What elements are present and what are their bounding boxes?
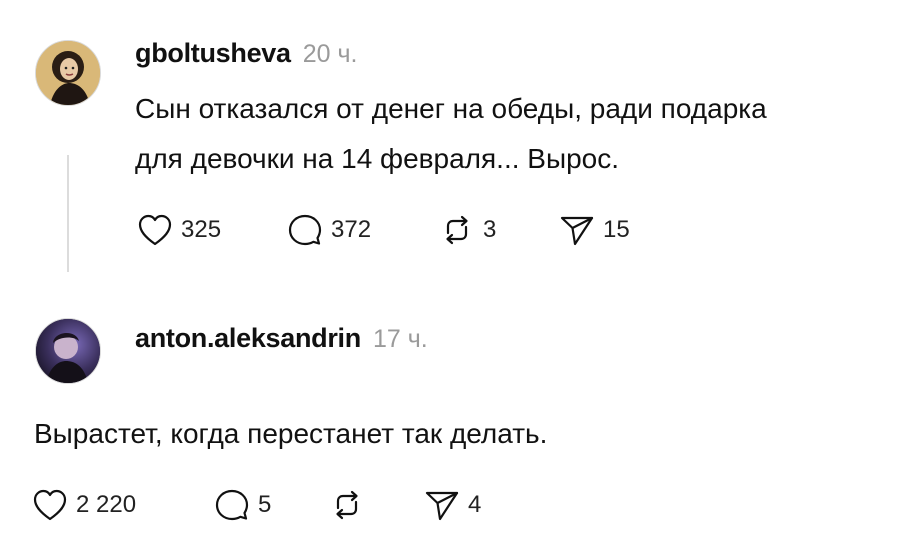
repost-button[interactable]: 3 (439, 213, 559, 247)
heart-icon (33, 489, 67, 521)
repost-count: 3 (483, 216, 497, 243)
share-button[interactable]: 4 (424, 488, 524, 522)
comment-icon (215, 489, 249, 521)
post-header: gboltusheva 20 ч. (135, 38, 357, 69)
post-text-line: Вырастет, когда перестанет так делать. (34, 418, 548, 449)
like-button[interactable]: 2 220 (32, 488, 214, 522)
reply-count: 372 (331, 216, 372, 243)
timestamp: 20 ч. (302, 40, 358, 68)
post-actions: 325 372 3 15 (137, 213, 659, 247)
heart-icon (138, 214, 172, 246)
thread-line (67, 155, 69, 272)
post-text: Сын отказался от денег на обеды, ради по… (135, 84, 767, 184)
avatar[interactable] (35, 40, 101, 106)
share-button[interactable]: 15 (559, 213, 659, 247)
avatar[interactable] (35, 318, 101, 384)
username[interactable]: anton.aleksandrin (135, 323, 361, 354)
post-text-line: для девочки на 14 февраля... Вырос. (135, 143, 620, 174)
comment-icon (288, 214, 322, 246)
like-button[interactable]: 325 (137, 213, 287, 247)
share-count: 15 (603, 216, 630, 243)
post-header: anton.aleksandrin 17 ч. (135, 323, 428, 354)
avatar-woman-icon (36, 41, 100, 105)
reply-button[interactable]: 5 (214, 488, 329, 522)
share-count: 4 (468, 491, 482, 518)
like-count: 325 (181, 216, 222, 243)
repost-icon (446, 215, 468, 245)
send-icon (425, 491, 459, 521)
reply-count: 5 (258, 491, 272, 518)
timestamp: 17 ч. (372, 325, 428, 353)
like-count: 2 220 (76, 491, 137, 518)
post-text-line: Сын отказался от денег на обеды, ради по… (135, 93, 767, 124)
username[interactable]: gboltusheva (135, 38, 291, 69)
send-icon (560, 216, 594, 246)
avatar-man-icon (36, 319, 100, 383)
reply-button[interactable]: 372 (287, 213, 439, 247)
repost-icon (336, 490, 358, 520)
repost-button[interactable] (329, 488, 424, 522)
post-actions: 2 220 5 4 (32, 488, 524, 522)
post-text: Вырастет, когда перестанет так делать. (34, 409, 547, 459)
